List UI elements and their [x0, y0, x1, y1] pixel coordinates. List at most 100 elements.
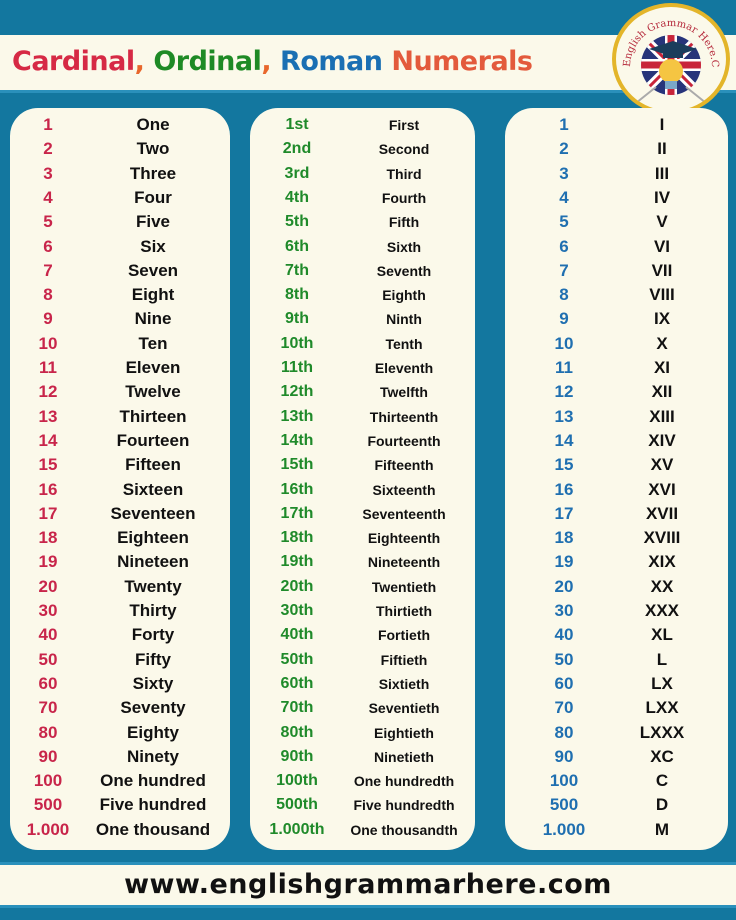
ordinal-word: One hundredth	[353, 773, 455, 790]
cardinal-word: Eleven	[125, 358, 181, 377]
ordinal-number: 80th	[280, 723, 314, 741]
roman-number: 100	[549, 771, 579, 791]
ordinal-word: Fourth	[381, 189, 427, 206]
ordinal-number: 500th	[276, 796, 318, 814]
ordinal-word: Seventieth	[368, 700, 440, 717]
cardinal-number: 60	[38, 673, 58, 693]
cardinal-number: 15	[38, 455, 58, 475]
roman-word: III	[654, 163, 670, 183]
graduation-cap-lightbulb-uk-flag-icon: English Grammar Here.Com	[616, 7, 720, 104]
cardinal-word: Seven	[127, 260, 179, 280]
roman-number: 20	[554, 576, 574, 596]
ordinal-number: 100th	[276, 772, 318, 790]
roman-number: 80	[554, 722, 574, 742]
ordinal-number: 16th	[280, 480, 314, 498]
roman-number: 3	[559, 163, 569, 183]
ordinal-number: 1.000th	[269, 820, 325, 838]
ordinal-number: 9th	[285, 310, 309, 328]
cardinal-number: 11	[39, 358, 57, 377]
cardinal-word: Fifteen	[125, 455, 181, 475]
roman-number: 90	[554, 746, 574, 766]
cardinal-number: 3	[43, 163, 53, 183]
page-title: Cardinal, Ordinal, Roman Numerals	[12, 46, 533, 77]
cardinal-number: 9	[43, 309, 53, 329]
cardinal-number: 2	[43, 139, 53, 159]
roman-number: 8	[559, 285, 569, 305]
ordinal-number: 40th	[280, 626, 314, 644]
ordinal-word: Seventeenth	[362, 505, 446, 522]
ordinal-number: 14th	[280, 431, 314, 449]
roman-word: XXX	[644, 601, 680, 620]
ordinal-word: Sixtieth	[378, 675, 430, 692]
cardinal-word: Seventy	[120, 698, 186, 718]
ordinal-number: 90th	[280, 747, 314, 765]
ordinal-word: Five hundredth	[353, 797, 455, 814]
ordinal-word: Eleventh	[374, 360, 434, 376]
roman-number: 1.000	[542, 819, 586, 839]
cardinal-number: 8	[43, 285, 53, 305]
ordinal-number: 12th	[280, 383, 314, 401]
ordinal-word: Thirtieth	[376, 603, 432, 619]
ordinal-word: Fourteenth	[367, 432, 441, 449]
cardinal-word: Thirty	[129, 601, 177, 620]
ordinal-number: 8th	[285, 286, 309, 304]
cardinal-word: One hundred	[100, 771, 206, 791]
roman-word: L	[656, 649, 668, 669]
cardinal-word: Six	[140, 236, 166, 256]
roman-number: 4	[559, 187, 569, 207]
roman-word: XVIII	[643, 528, 681, 548]
roman-number: 15	[554, 455, 574, 475]
roman-word: XVI	[648, 479, 676, 499]
cardinal-number: 5	[43, 212, 53, 232]
ordinal-word: Ninetieth	[374, 748, 434, 765]
cardinal-number: 7	[43, 260, 53, 280]
roman-number: 11	[555, 358, 573, 377]
cardinal-word: Ten	[138, 333, 168, 353]
cardinal-word: One thousand	[95, 819, 211, 839]
cardinal-word: One	[136, 115, 170, 134]
title-roman: Roman	[280, 46, 383, 77]
roman-number: 30	[554, 601, 574, 620]
ordinal-word: Tenth	[385, 335, 423, 352]
ordinal-word: First	[388, 117, 420, 133]
roman-word: LXXX	[639, 722, 685, 742]
roman-number: 9	[559, 309, 569, 329]
roman-word: XII	[651, 382, 673, 402]
ordinal-number: 17th	[280, 504, 314, 522]
cardinal-number: 6	[43, 236, 53, 256]
ordinal-word: Sixteenth	[372, 481, 436, 498]
cardinal-word: Two	[136, 139, 170, 159]
cardinal-word: Twelve	[125, 382, 181, 402]
cardinal-number: 1.000	[26, 819, 70, 839]
roman-word: XX	[650, 576, 674, 596]
cardinal-word: Four	[134, 187, 172, 207]
roman-number: 6	[559, 236, 569, 256]
cardinal-number: 19	[38, 552, 58, 572]
roman-word: XV	[650, 455, 674, 475]
ordinal-number: 1st	[285, 116, 309, 133]
roman-word: XI	[653, 358, 671, 377]
cardinal-number: 12	[38, 382, 58, 402]
cardinal-word: Ninety	[127, 746, 179, 766]
cardinal-number: 13	[38, 406, 58, 426]
roman-word: VI	[653, 236, 671, 256]
ordinal-word: Fifteenth	[374, 457, 434, 474]
roman-number: 7	[559, 260, 569, 280]
ordinal-number: 70th	[280, 699, 314, 717]
roman-word: II	[657, 139, 667, 159]
title-cardinal: Cardinal	[12, 46, 135, 77]
website-url: www.englishgrammarhere.com	[124, 869, 612, 900]
ordinal-number: 3rd	[284, 164, 310, 182]
ordinal-number: 18th	[280, 529, 314, 547]
cardinal-number: 18	[38, 528, 58, 548]
cardinal-word: Fifty	[135, 649, 171, 669]
cardinal-number: 500	[33, 795, 63, 815]
roman-word: C	[655, 771, 669, 791]
ordinal-number: 5th	[285, 213, 309, 231]
ordinal-number: 13th	[280, 407, 314, 425]
ordinal-word: Eightieth	[374, 724, 434, 741]
cardinal-number: 100	[33, 771, 63, 791]
cardinal-number: 10	[38, 333, 58, 353]
cardinal-word: Nine	[134, 309, 172, 329]
cardinal-word: Forty	[131, 625, 175, 645]
